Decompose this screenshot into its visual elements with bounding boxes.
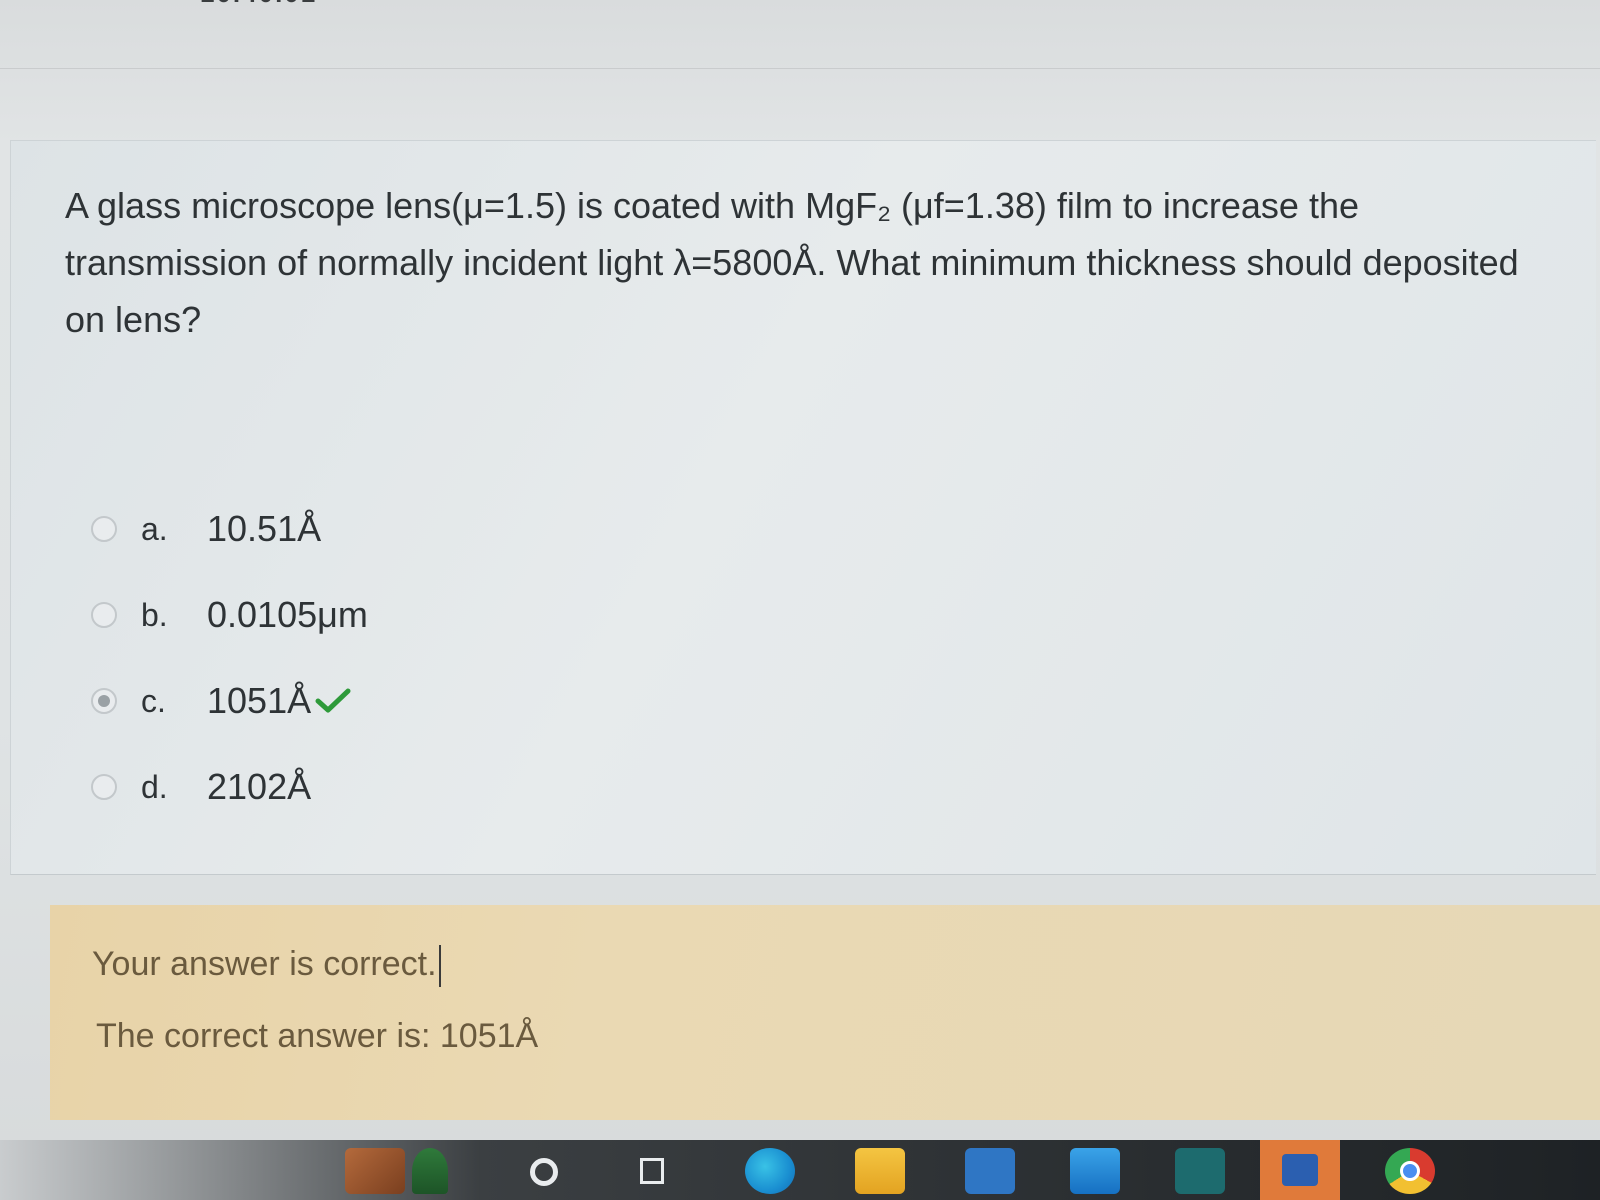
store-icon[interactable] — [965, 1148, 1015, 1194]
option-letter: a. — [141, 510, 168, 547]
file-explorer-icon[interactable] — [855, 1148, 905, 1194]
search-icon[interactable] — [520, 1148, 570, 1194]
answer-option-a[interactable]: a. 10.51Å — [91, 486, 691, 572]
taskbar — [0, 1140, 1600, 1200]
answer-option-b[interactable]: b. 0.0105μm — [91, 572, 691, 658]
folder-icon[interactable] — [345, 1148, 405, 1194]
answer-option-d[interactable]: d. 2102Å — [91, 744, 691, 830]
header-divider — [0, 68, 1600, 69]
chrome-icon[interactable] — [1385, 1148, 1435, 1194]
clipped-header-text: 10.40.01 — [200, 0, 317, 9]
meet-icon[interactable] — [1175, 1148, 1225, 1194]
task-view-icon[interactable] — [630, 1148, 680, 1194]
radio-d[interactable] — [91, 774, 117, 800]
option-letter: c. — [141, 682, 166, 719]
correct-check-icon — [315, 688, 351, 713]
feedback-panel: Your answer is correct. The correct answ… — [50, 905, 1600, 1120]
option-value: 0.0105μm — [207, 594, 368, 635]
christmas-tree-icon[interactable] — [412, 1148, 448, 1194]
option-letter: b. — [141, 596, 168, 633]
feedback-status: Your answer is correct. — [92, 945, 441, 988]
option-value: 1051Å — [207, 680, 312, 721]
correct-answer-text: The correct answer is: 1051Å — [96, 1017, 539, 1055]
option-value: 10.51Å — [207, 508, 322, 549]
word-icon[interactable] — [1260, 1140, 1340, 1200]
radio-a[interactable] — [91, 516, 117, 542]
answer-list: a. 10.51Å b. 0.0105μm c. 1051Å d. 2102Å — [91, 486, 691, 830]
question-text: A glass microscope lens(μ=1.5) is coated… — [65, 185, 1519, 340]
option-letter: d. — [141, 768, 168, 805]
question-card: A glass microscope lens(μ=1.5) is coated… — [10, 140, 1596, 875]
text-cursor — [438, 945, 441, 988]
feedback-status-text: Your answer is correct. — [92, 945, 437, 983]
mail-icon[interactable] — [1070, 1148, 1120, 1194]
option-value: 2102Å — [207, 766, 312, 807]
answer-option-c[interactable]: c. 1051Å — [91, 658, 691, 744]
radio-b[interactable] — [91, 602, 117, 628]
edge-icon[interactable] — [745, 1148, 795, 1194]
radio-c[interactable] — [91, 688, 117, 714]
